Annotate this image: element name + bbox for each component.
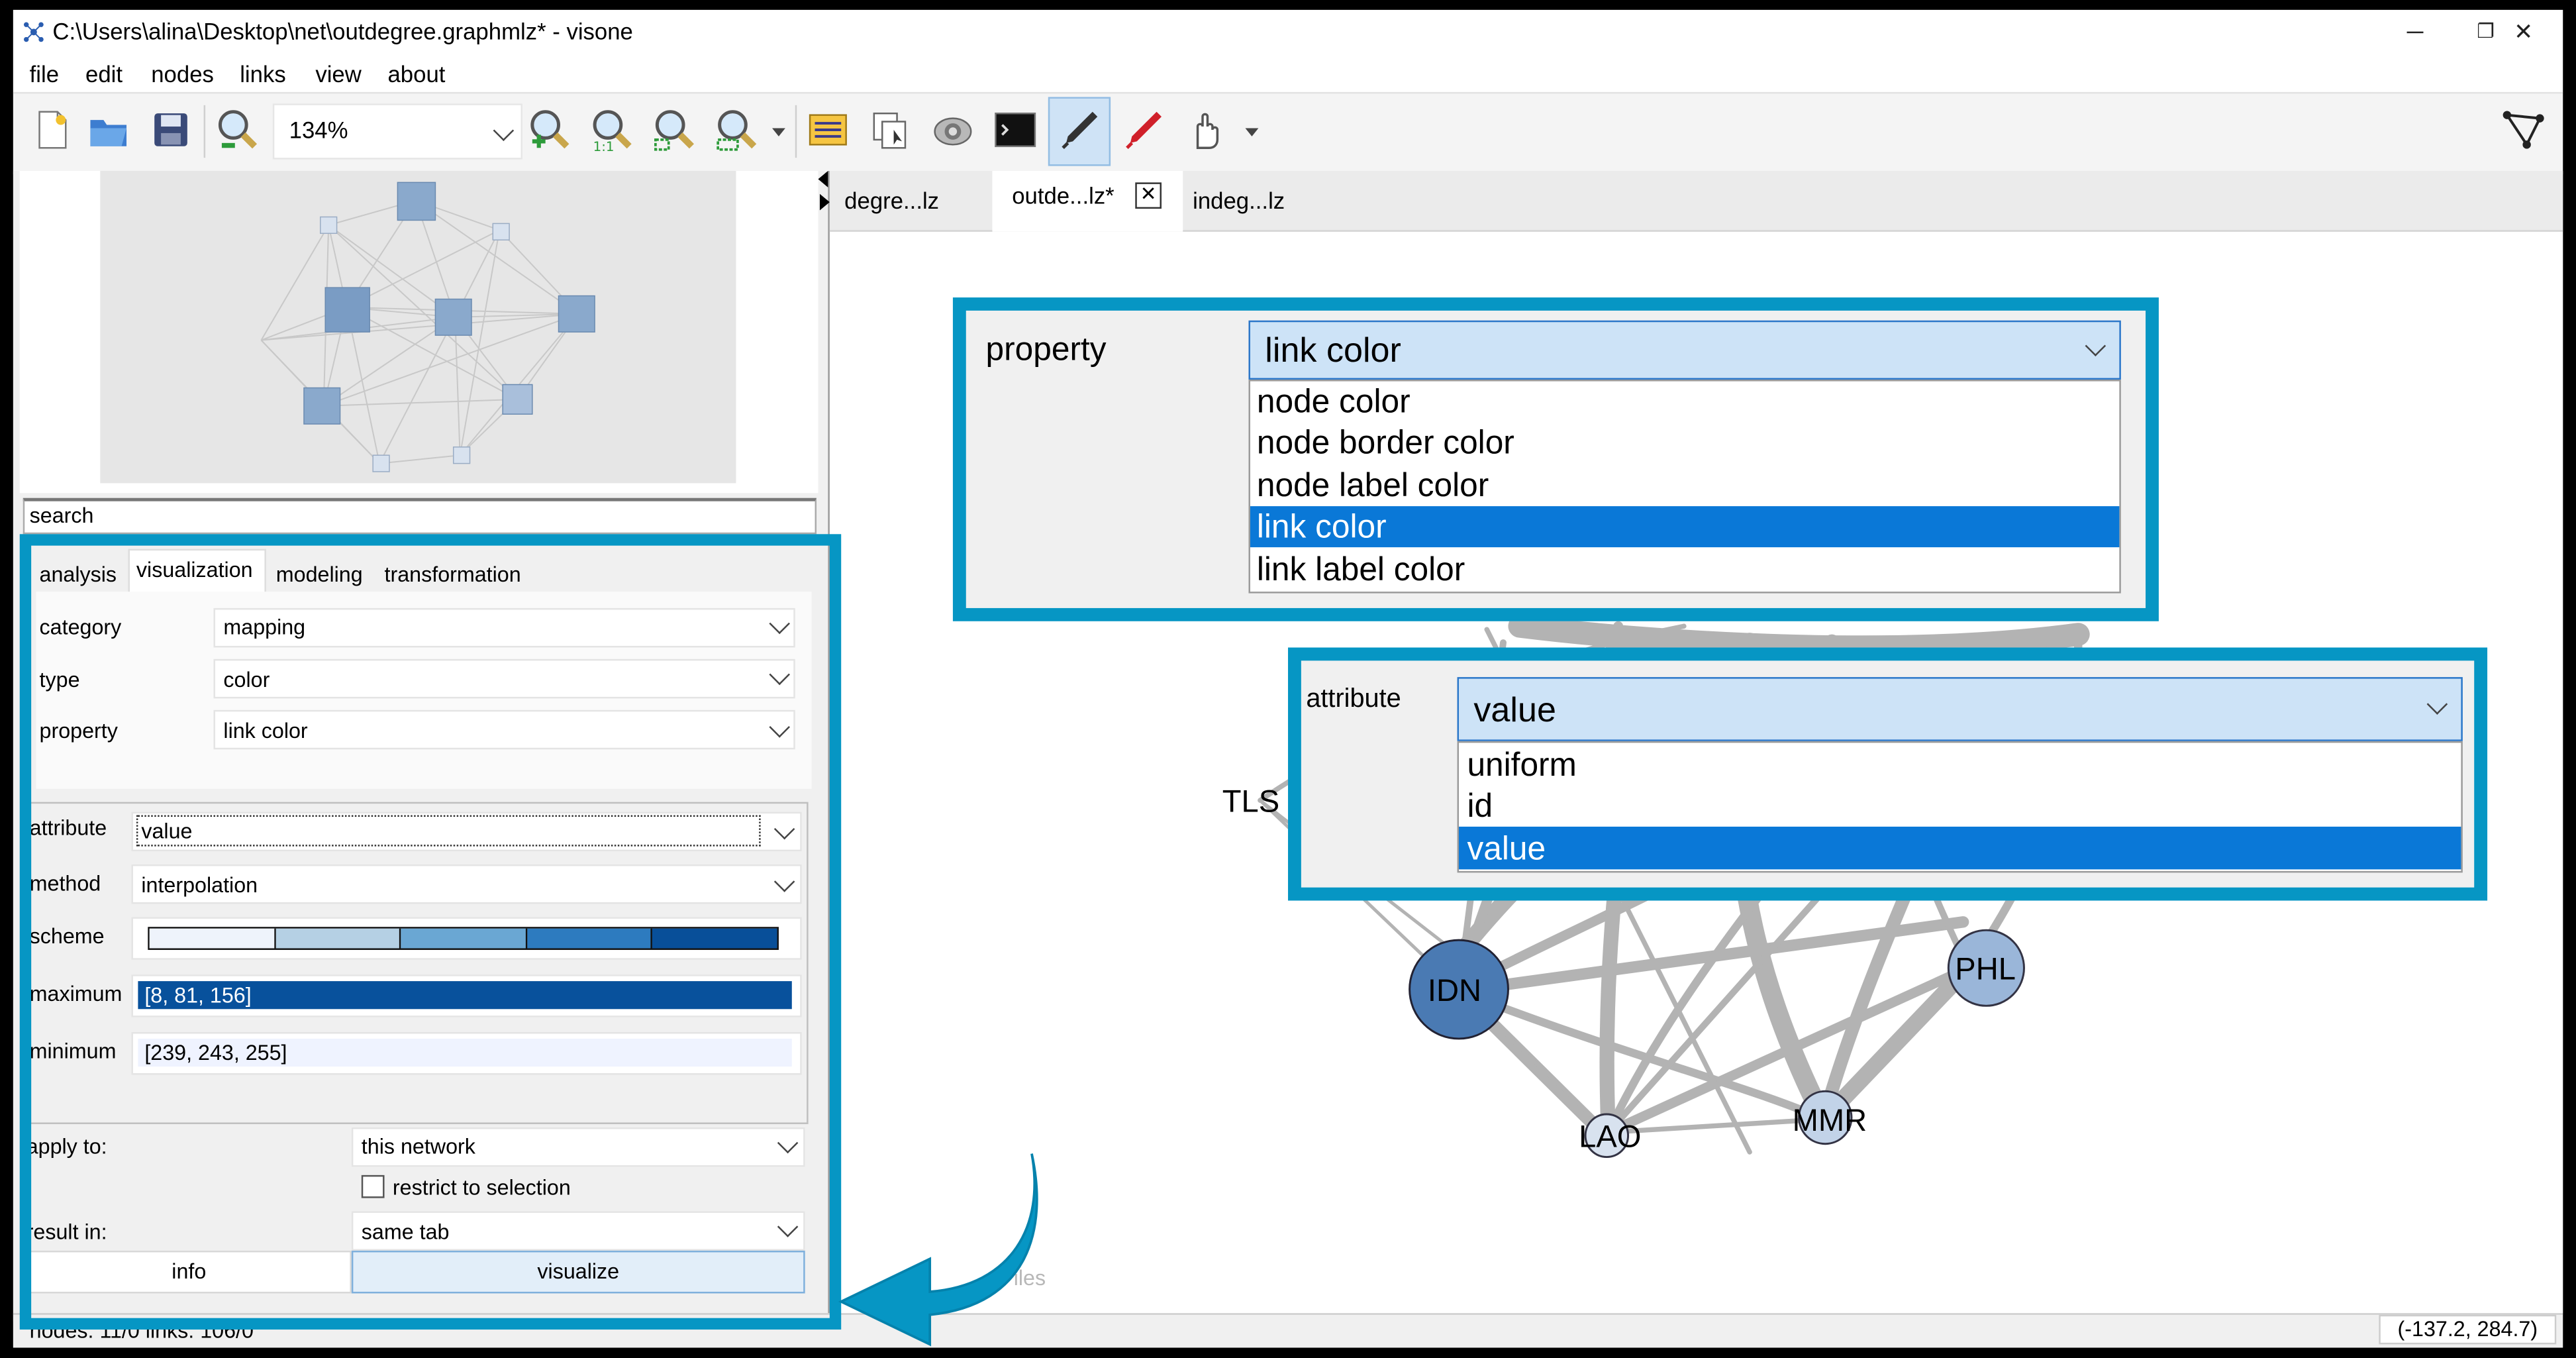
attribute-option-id[interactable]: id — [1467, 789, 1493, 827]
graph-label-tls: TLS — [1222, 784, 1279, 819]
menu-file[interactable]: file — [30, 61, 59, 87]
attribute-option-value[interactable]: value — [1467, 831, 1546, 869]
property-option-link-color[interactable]: link color — [1257, 509, 1387, 547]
graph-label-mmr: MMR — [1793, 1102, 1867, 1137]
zoom-fit-icon[interactable] — [650, 107, 696, 152]
search-input[interactable] — [23, 497, 817, 535]
curved-arrow-icon — [838, 1153, 1038, 1347]
list-icon[interactable] — [805, 107, 851, 152]
zoom-in-icon[interactable] — [526, 107, 571, 152]
close-button[interactable]: ✕ — [2487, 13, 2559, 53]
app-window: C:\Users\alina\Desktop\net\outdegree.gra… — [13, 9, 2563, 1348]
menu-nodes[interactable]: nodes — [151, 61, 214, 87]
camera-icon[interactable] — [930, 107, 975, 152]
menu-edit[interactable]: edit — [85, 61, 123, 87]
attribute-dropdown-value: value — [1473, 692, 1556, 730]
pen-icon[interactable] — [1056, 107, 1102, 152]
graph-label-phl: PHL — [1955, 951, 2016, 986]
new-file-icon[interactable] — [30, 107, 75, 152]
graph-label-idn: IDN — [1428, 972, 1481, 1008]
close-tab-icon[interactable]: ✕ — [1135, 182, 1162, 209]
cursor-coordinates: (-137.2, 284.7) — [2379, 1314, 2557, 1345]
visone-app-icon — [23, 22, 44, 42]
document-tab-outdegree[interactable]: outde...lz* — [1012, 182, 1114, 209]
overview-graph — [260, 182, 595, 472]
minimize-button[interactable]: ─ — [2379, 13, 2451, 53]
network-icon[interactable] — [2501, 107, 2546, 152]
property-option-node-color[interactable]: node color — [1257, 385, 1411, 423]
property-callout-label: property — [985, 332, 1107, 368]
save-icon[interactable] — [148, 107, 193, 152]
property-option-node-border-color[interactable]: node border color — [1257, 426, 1514, 464]
document-tab-indegree[interactable]: indeg...lz — [1193, 187, 1285, 214]
zoom-value: 134% — [289, 117, 348, 143]
collapse-left-icon[interactable] — [818, 171, 828, 187]
window-title: C:\Users\alina\Desktop\net\outdegree.gra… — [52, 18, 633, 44]
zoom-selection-icon[interactable] — [713, 107, 759, 152]
hand-pointer-icon[interactable] — [1183, 107, 1228, 152]
zoom-1to1-icon[interactable]: 1:1 — [588, 107, 634, 153]
menu-view[interactable]: view — [315, 61, 362, 87]
property-option-link-label-color[interactable]: link label color — [1257, 552, 1465, 590]
panel-highlight-frame — [19, 534, 842, 1330]
document-tab-degree[interactable]: degre...lz — [844, 187, 939, 214]
toolbar-separator — [203, 105, 206, 158]
marker-icon[interactable] — [1120, 107, 1166, 152]
search-label: search — [29, 503, 94, 528]
dropdown-arrow-icon[interactable] — [772, 128, 785, 136]
dropdown-arrow-icon[interactable] — [1245, 128, 1259, 136]
expand-right-icon[interactable] — [819, 193, 830, 211]
open-folder-icon[interactable] — [85, 107, 131, 152]
attribute-dropdown-header[interactable] — [1457, 677, 2463, 741]
zoom-out-icon[interactable] — [214, 107, 260, 152]
copy-select-icon[interactable] — [867, 107, 913, 152]
graph-label-lao: LAO — [1579, 1119, 1641, 1154]
attribute-option-uniform[interactable]: uniform — [1467, 748, 1576, 786]
attribute-option-highlight — [1459, 826, 2461, 870]
attribute-callout-label: attribute — [1306, 685, 1401, 713]
property-dropdown-value: link color — [1265, 332, 1401, 370]
property-option-node-label-color[interactable]: node label color — [1257, 468, 1489, 506]
console-icon[interactable] — [992, 107, 1038, 152]
toolbar-separator — [795, 105, 797, 158]
menu-links[interactable]: links — [240, 61, 286, 87]
svg-text:1:1: 1:1 — [593, 139, 615, 152]
menu-about[interactable]: about — [387, 61, 445, 87]
